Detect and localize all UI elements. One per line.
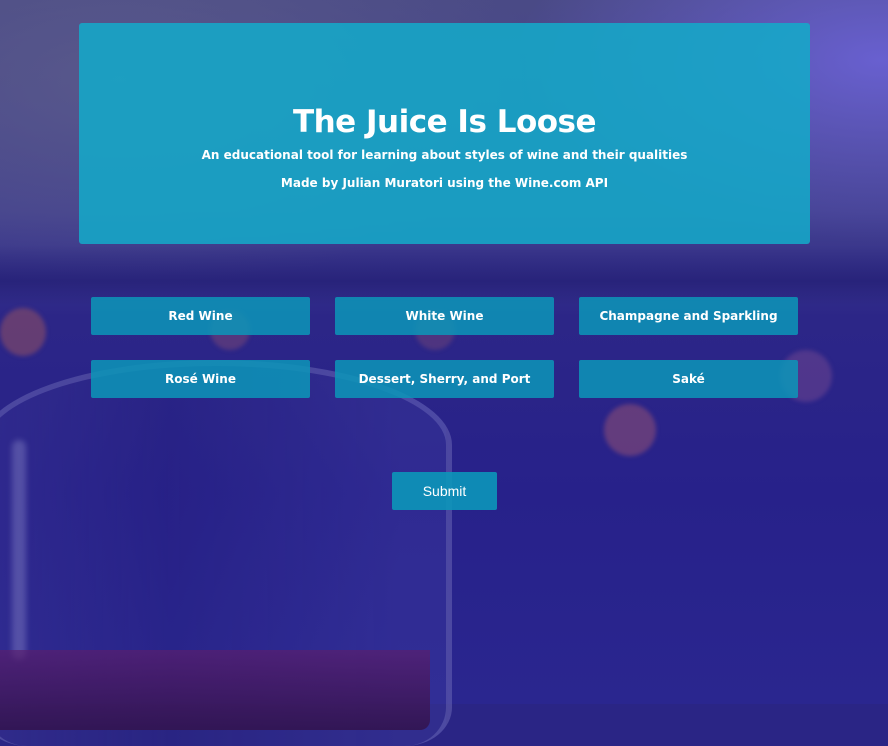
- page-title: The Juice Is Loose: [292, 104, 597, 140]
- glass-reflection: [12, 440, 26, 660]
- page-credit: Made by Julian Muratori using the Wine.c…: [280, 176, 609, 190]
- category-button-white-wine[interactable]: White Wine: [335, 297, 554, 335]
- header-card: The Juice Is Loose An educational tool f…: [79, 23, 810, 244]
- bokeh-light: [0, 308, 46, 356]
- category-button-rose-wine[interactable]: Rosé Wine: [91, 360, 310, 398]
- category-button-champagne-sparkling[interactable]: Champagne and Sparkling: [579, 297, 798, 335]
- bokeh-light: [604, 404, 656, 456]
- wine-liquid: [0, 650, 430, 730]
- submit-button[interactable]: Submit: [392, 472, 497, 510]
- category-button-red-wine[interactable]: Red Wine: [91, 297, 310, 335]
- page-subtitle: An educational tool for learning about s…: [201, 148, 688, 162]
- category-button-sake[interactable]: Saké: [579, 360, 798, 398]
- background-band: [0, 245, 888, 305]
- category-button-dessert-sherry-port[interactable]: Dessert, Sherry, and Port: [335, 360, 554, 398]
